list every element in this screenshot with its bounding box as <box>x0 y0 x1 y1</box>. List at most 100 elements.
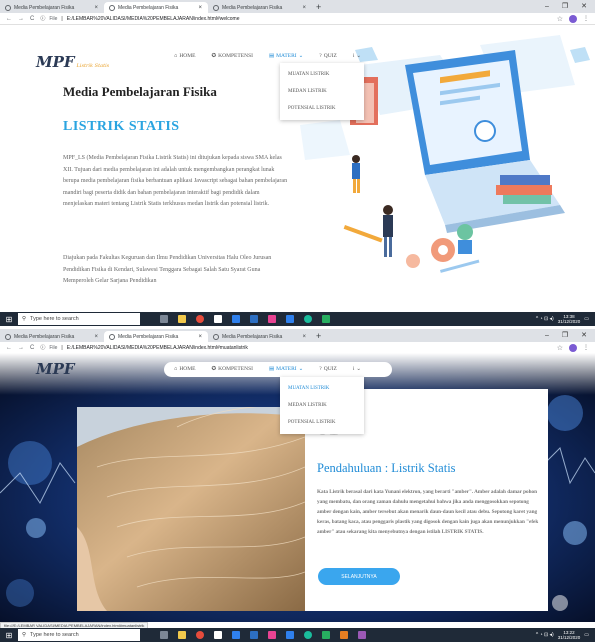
next-button[interactable]: SELANJUTNYA <box>318 568 400 585</box>
dropdown-item-medan[interactable]: MEDAN LISTRIK <box>280 83 364 100</box>
info-icon[interactable]: ⓘ <box>40 344 45 351</box>
app-icon[interactable] <box>268 315 276 323</box>
app-icon[interactable] <box>358 631 366 639</box>
tab-title: Media Pembelajaran Fisika <box>14 333 75 340</box>
close-tab-icon[interactable]: × <box>198 334 202 340</box>
browser-tab-active[interactable]: Media Pembelajaran Fisika × <box>104 331 208 342</box>
edge-icon[interactable] <box>304 315 312 323</box>
store-icon[interactable] <box>214 631 222 639</box>
nav-materi[interactable]: ▤ MATERI ⌄ <box>269 53 303 59</box>
notification-icon[interactable]: ▭ <box>584 316 589 322</box>
url-separator: | <box>61 15 63 22</box>
dropdown-item-muatan[interactable]: MUATAN LISTRIK <box>280 380 364 397</box>
nav-home[interactable]: ⌂ HOME <box>174 53 196 59</box>
url-field[interactable]: ⓘ File | E:/LEMBAR%20VALIDASI/MEDIA%20PE… <box>40 15 550 23</box>
word-icon[interactable] <box>250 315 258 323</box>
maximize-button[interactable]: ❐ <box>562 1 568 13</box>
file-explorer-icon[interactable] <box>178 315 186 323</box>
nav-label: QUIZ <box>323 366 337 372</box>
mail-icon[interactable] <box>232 631 240 639</box>
notification-icon[interactable]: ▭ <box>584 632 589 638</box>
favicon-icon <box>109 4 115 11</box>
home-icon: ⌂ <box>174 366 178 372</box>
nav-quiz[interactable]: ? QUIZ <box>319 53 337 59</box>
windows-icon[interactable]: ⊞ <box>0 315 18 324</box>
close-tab-icon[interactable]: × <box>94 334 98 340</box>
maximize-button[interactable]: ❐ <box>562 330 568 342</box>
section-body: Kata Listrik berasal dari kata Yunani el… <box>317 489 539 535</box>
close-window-button[interactable]: ✕ <box>581 1 587 13</box>
favicon-icon <box>213 4 219 11</box>
materi-dropdown: MUATAN LISTRIK MEDAN LISTRIK POTENSIAL L… <box>280 377 364 434</box>
close-tab-icon[interactable]: × <box>198 5 202 11</box>
app-icon[interactable] <box>268 631 276 639</box>
taskbar-search[interactable]: ⚲ Type here to search <box>18 313 140 325</box>
chrome-icon[interactable] <box>196 631 204 639</box>
close-tab-icon[interactable]: × <box>302 5 306 11</box>
dropdown-item-potensial[interactable]: POTENSIAL LISTRIK <box>280 414 364 431</box>
excel-icon[interactable] <box>322 631 330 639</box>
profile-icon[interactable] <box>569 14 577 23</box>
back-icon[interactable]: ← <box>6 345 12 351</box>
site-logo[interactable]: MPF <box>36 360 75 378</box>
nav-home[interactable]: ⌂ HOME <box>174 366 196 372</box>
menu-icon[interactable]: ⋮ <box>583 344 589 351</box>
task-view-icon[interactable] <box>160 631 168 639</box>
close-tab-icon[interactable]: × <box>302 334 306 340</box>
back-icon[interactable]: ← <box>6 16 12 22</box>
star-icon[interactable]: ☆ <box>557 344 563 352</box>
windows-icon[interactable]: ⊞ <box>0 631 18 640</box>
vscode-icon[interactable] <box>286 315 294 323</box>
taskbar-search[interactable]: ⚲ Type here to search <box>18 629 140 641</box>
browser-tab[interactable]: Media Pembelajaran Fisika × <box>208 331 312 342</box>
reload-icon[interactable]: C <box>30 16 34 22</box>
task-view-icon[interactable] <box>160 315 168 323</box>
browser-tab[interactable]: Media Pembelajaran Fisika × <box>0 2 104 13</box>
medal-icon: ✪ <box>211 53 217 59</box>
browser-tab[interactable]: Media Pembelajaran Fisika × <box>0 331 104 342</box>
nav-label: QUIZ <box>323 53 337 59</box>
nav-info[interactable]: i ⌄ <box>353 53 361 59</box>
excel-icon[interactable] <box>322 315 330 323</box>
star-icon[interactable]: ☆ <box>557 15 563 23</box>
nav-quiz[interactable]: ? QUIZ <box>319 366 337 372</box>
tray-icons[interactable]: ^ ◔ ⊡ ◂) <box>536 316 554 322</box>
menu-icon[interactable]: ⋮ <box>583 15 589 22</box>
nav-kompetensi[interactable]: ✪ KOMPETENSI <box>212 53 253 59</box>
tab-title: Media Pembelajaran Fisika <box>222 4 283 11</box>
reload-icon[interactable]: C <box>30 345 34 351</box>
forward-icon[interactable]: → <box>18 16 24 22</box>
clock[interactable]: 13:38 31/12/2020 <box>558 314 581 324</box>
word-icon[interactable] <box>250 631 258 639</box>
materi-dropdown: MUATAN LISTRIK MEDAN LISTRIK POTENSIAL L… <box>280 63 364 120</box>
dropdown-item-potensial[interactable]: POTENSIAL LISTRIK <box>280 100 364 117</box>
new-tab-button[interactable]: + <box>312 331 325 342</box>
profile-icon[interactable] <box>569 343 577 352</box>
file-explorer-icon[interactable] <box>178 631 186 639</box>
minimize-button[interactable]: – <box>545 330 549 342</box>
site-logo[interactable]: MPF Listrik Statis <box>36 53 109 71</box>
chrome-icon[interactable] <box>196 315 204 323</box>
browser-tab[interactable]: Media Pembelajaran Fisika × <box>208 2 312 13</box>
dropdown-item-muatan[interactable]: MUATAN LISTRIK <box>280 66 364 83</box>
close-tab-icon[interactable]: × <box>94 5 98 11</box>
dropdown-item-medan[interactable]: MEDAN LISTRIK <box>280 397 364 414</box>
tray-icons[interactable]: ^ ◔ ⊡ ◂) <box>536 632 554 638</box>
nav-materi[interactable]: ▤ MATERI ⌄ <box>269 366 303 372</box>
vscode-icon[interactable] <box>286 631 294 639</box>
nav-info[interactable]: i ⌄ <box>353 366 361 372</box>
url-field[interactable]: ⓘ File | E:/LEMBAR%20VALIDASI/MEDIA%20PE… <box>40 344 550 352</box>
edge-icon[interactable] <box>304 631 312 639</box>
app-icon[interactable] <box>340 631 348 639</box>
minimize-button[interactable]: – <box>545 1 549 13</box>
clock[interactable]: 13:22 31/12/2020 <box>558 630 581 640</box>
logo-text: MPF <box>36 53 75 71</box>
close-window-button[interactable]: ✕ <box>581 330 587 342</box>
browser-tab-active[interactable]: Media Pembelajaran Fisika × <box>104 2 208 13</box>
nav-kompetensi[interactable]: ✪ KOMPETENSI <box>212 366 253 372</box>
new-tab-button[interactable]: + <box>312 2 325 13</box>
forward-icon[interactable]: → <box>18 345 24 351</box>
info-icon[interactable]: ⓘ <box>40 15 45 22</box>
mail-icon[interactable] <box>232 315 240 323</box>
store-icon[interactable] <box>214 315 222 323</box>
